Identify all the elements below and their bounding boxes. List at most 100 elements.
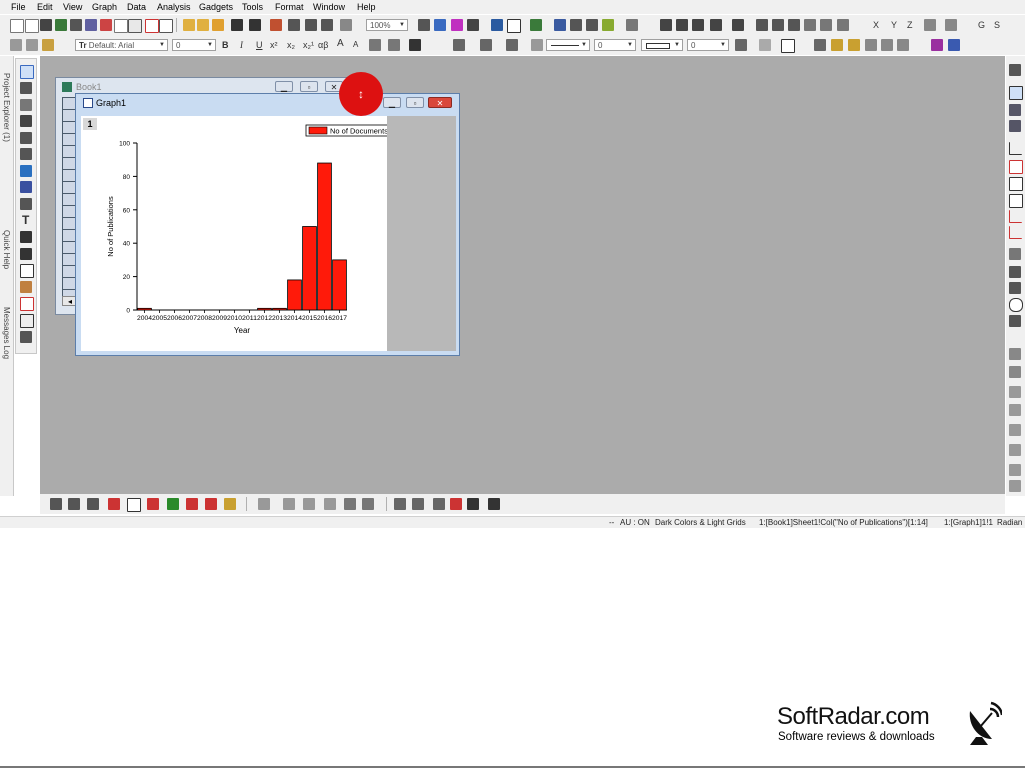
box-plot-icon[interactable] <box>205 498 217 510</box>
paste-icon[interactable] <box>42 39 54 51</box>
menu-format[interactable]: Format <box>275 1 304 13</box>
pie-plot-icon[interactable] <box>186 498 198 510</box>
command-window-icon[interactable] <box>554 19 566 31</box>
table-icon[interactable] <box>781 39 795 53</box>
import-multiple-icon[interactable] <box>305 19 317 31</box>
align-bottom-icon[interactable] <box>1009 404 1021 416</box>
line-plot-icon[interactable] <box>50 498 62 510</box>
layer-content-icon[interactable] <box>1009 266 1021 278</box>
align-objects-icon[interactable] <box>897 39 909 51</box>
group-icon[interactable] <box>865 39 877 51</box>
superscript-button[interactable]: x² <box>270 39 278 51</box>
contour-icon[interactable] <box>303 498 315 510</box>
same-size-icon[interactable] <box>1009 480 1021 492</box>
increase-font-button[interactable]: A <box>337 38 344 50</box>
new-layout-icon[interactable] <box>128 19 142 33</box>
stat-plot-icon[interactable] <box>147 498 159 510</box>
font-color-icon[interactable] <box>409 39 421 51</box>
screen-reader-icon[interactable] <box>20 115 32 127</box>
align-horizontal-icon[interactable] <box>1009 444 1021 456</box>
new-folder-icon[interactable] <box>25 19 39 33</box>
tab-quick-help[interactable]: Quick Help <box>0 224 13 276</box>
set-disregard-icon[interactable] <box>945 19 957 31</box>
fill-color-icon[interactable] <box>453 39 465 51</box>
project-explorer-icon[interactable] <box>530 19 542 31</box>
line-tool-icon[interactable] <box>20 248 32 260</box>
scatter-icon[interactable] <box>788 19 800 31</box>
new-project-icon[interactable] <box>10 19 24 33</box>
open-template-icon[interactable] <box>197 19 209 31</box>
graph1-window[interactable]: Graph1 ▁ ▫ ✕ 1 0 20 40 60 80 100 2004 2005 2006 2… <box>75 93 460 356</box>
open-excel-icon[interactable] <box>212 19 224 31</box>
refresh-icon[interactable] <box>434 19 446 31</box>
index-plot-icon[interactable] <box>467 498 479 510</box>
graph1-minimize-button[interactable]: ▁ <box>383 97 401 108</box>
region-icon[interactable] <box>948 39 960 51</box>
color-plot-icon[interactable] <box>488 498 500 510</box>
pattern-icon[interactable] <box>480 39 492 51</box>
set-y-button[interactable]: Y <box>891 19 897 31</box>
column-chart-icon[interactable] <box>772 19 784 31</box>
multi-panel-icon[interactable] <box>283 498 295 510</box>
copy-icon[interactable] <box>26 39 38 51</box>
script-window-icon[interactable] <box>570 19 582 31</box>
menu-window[interactable]: Window <box>313 1 345 13</box>
axis-right-icon[interactable] <box>1009 194 1023 208</box>
clock-icon[interactable] <box>1009 298 1023 312</box>
new-matrix-icon[interactable] <box>100 19 112 31</box>
draw-data-icon[interactable] <box>20 181 32 193</box>
line-width-select[interactable]: 0 ▼ <box>594 39 636 51</box>
smart-plot-icon[interactable] <box>433 498 445 510</box>
forward-icon[interactable] <box>848 39 860 51</box>
sum-icon[interactable] <box>660 19 672 31</box>
align-center-icon[interactable] <box>388 39 400 51</box>
back-icon[interactable] <box>831 39 843 51</box>
set-x-button[interactable]: X <box>873 19 879 31</box>
waterfall-icon[interactable] <box>324 498 336 510</box>
extract-icon[interactable] <box>1009 120 1021 132</box>
menu-help[interactable]: Help <box>357 1 376 13</box>
3d-plot-icon[interactable] <box>224 498 236 510</box>
new-function-icon[interactable] <box>85 19 97 31</box>
data-reader-icon[interactable] <box>20 148 32 160</box>
axis-box-icon[interactable] <box>1009 160 1023 174</box>
add-column-icon[interactable] <box>626 19 638 31</box>
results-log-icon[interactable] <box>507 19 521 33</box>
arrange-icon[interactable] <box>1009 348 1021 360</box>
merge-icon[interactable] <box>1009 104 1021 116</box>
text-tool-icon[interactable]: T <box>22 214 29 226</box>
crop-icon[interactable] <box>1009 64 1021 76</box>
save-window-icon[interactable] <box>249 19 261 31</box>
arrow-tool-icon[interactable] <box>20 231 32 243</box>
bar-chart[interactable]: 0 20 40 60 80 100 2004 2005 2006 2007 2008 2009 2010… <box>81 116 387 351</box>
align-top-icon[interactable] <box>1009 386 1021 398</box>
legend-icon[interactable] <box>1009 282 1021 294</box>
bold-button[interactable]: B <box>222 39 229 51</box>
axis-top-icon[interactable] <box>1009 177 1023 191</box>
clear-filter-icon[interactable] <box>820 19 832 31</box>
area-plot-icon[interactable] <box>167 498 179 510</box>
filter-icon[interactable] <box>804 19 816 31</box>
distribute-icon[interactable] <box>1009 464 1021 476</box>
template-library-icon[interactable] <box>412 498 424 510</box>
addon-icon[interactable] <box>602 19 614 31</box>
line-symbol-icon[interactable] <box>87 498 99 510</box>
reapply-filter-icon[interactable] <box>837 19 849 31</box>
align-vertical-icon[interactable] <box>1009 424 1021 436</box>
markers-icon[interactable] <box>931 39 943 51</box>
set-subject-button[interactable]: S <box>994 19 1000 31</box>
code-builder-icon[interactable] <box>491 19 503 31</box>
film-icon[interactable] <box>467 19 479 31</box>
scatter-points-icon[interactable] <box>20 198 32 210</box>
stack-plot-icon[interactable] <box>258 498 270 510</box>
align-left-icon[interactable] <box>369 39 381 51</box>
cut-icon[interactable] <box>10 39 22 51</box>
zoom-select[interactable]: 100% ▼ <box>366 19 408 31</box>
sort-asc-icon[interactable] <box>710 19 722 31</box>
menu-analysis[interactable]: Analysis <box>157 1 191 13</box>
sort-desc-icon[interactable] <box>732 19 744 31</box>
border-width-select[interactable]: 0 ▼ <box>687 39 729 51</box>
new-notes-icon[interactable] <box>114 19 128 33</box>
graph1-maximize-button[interactable]: ▫ <box>406 97 424 108</box>
new-excel-icon[interactable] <box>55 19 67 31</box>
